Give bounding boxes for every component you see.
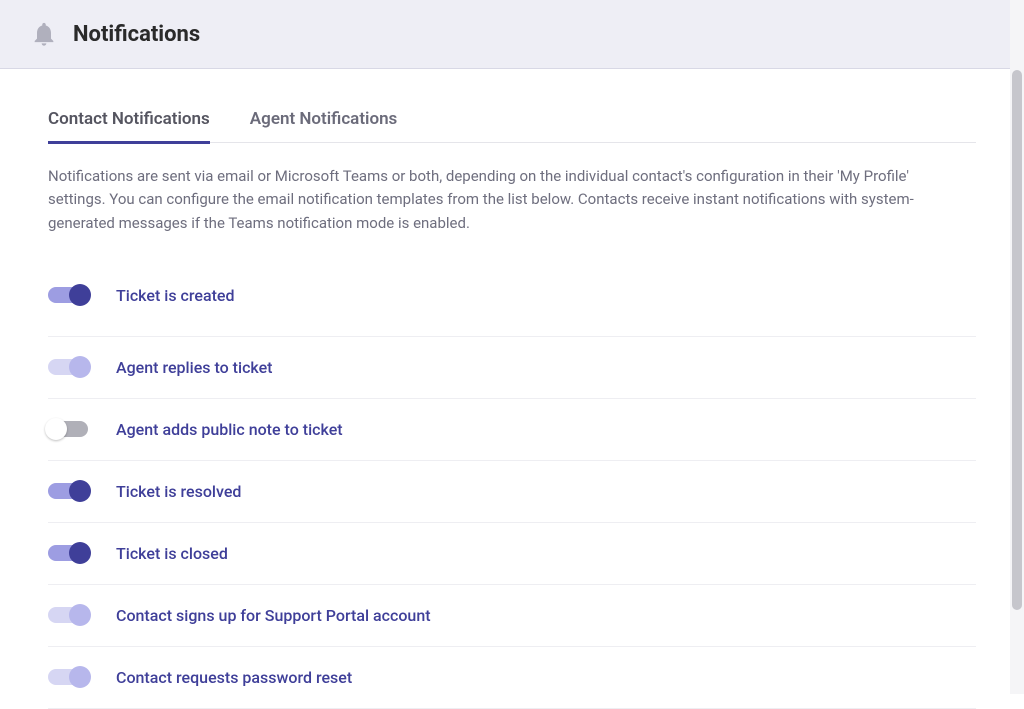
toggle-ticket-resolved[interactable] — [48, 483, 88, 499]
tabs-bar: Contact Notifications Agent Notification… — [48, 97, 976, 143]
setting-row-agent-public-note: Agent adds public note to ticket — [48, 399, 976, 461]
toggle-agent-replies[interactable] — [48, 359, 88, 375]
page-header: Notifications — [0, 0, 1024, 69]
page-title: Notifications — [73, 22, 200, 47]
scrollbar[interactable] — [1010, 0, 1024, 694]
scrollbar-thumb[interactable] — [1012, 70, 1022, 610]
setting-label-password-reset[interactable]: Contact requests password reset — [116, 668, 352, 687]
setting-label-contact-signup[interactable]: Contact signs up for Support Portal acco… — [116, 606, 431, 625]
content-area: Contact Notifications Agent Notification… — [0, 97, 1024, 709]
setting-row-ticket-closed: Ticket is closed — [48, 523, 976, 585]
toggle-agent-public-note[interactable] — [48, 421, 88, 437]
setting-row-agent-replies: Agent replies to ticket — [48, 337, 976, 399]
tab-contact-notifications[interactable]: Contact Notifications — [48, 97, 210, 144]
setting-row-contact-signup: Contact signs up for Support Portal acco… — [48, 585, 976, 647]
toggle-ticket-closed[interactable] — [48, 545, 88, 561]
setting-row-ticket-created: Ticket is created — [48, 275, 976, 337]
toggle-password-reset[interactable] — [48, 669, 88, 685]
setting-label-agent-replies[interactable]: Agent replies to ticket — [116, 358, 273, 377]
setting-row-ticket-resolved: Ticket is resolved — [48, 461, 976, 523]
tab-description: Notifications are sent via email or Micr… — [48, 165, 928, 235]
settings-list: Ticket is created Agent replies to ticke… — [48, 275, 976, 709]
toggle-ticket-created[interactable] — [48, 287, 88, 303]
setting-label-agent-public-note[interactable]: Agent adds public note to ticket — [116, 420, 343, 439]
tab-agent-notifications[interactable]: Agent Notifications — [250, 97, 398, 144]
setting-label-ticket-closed[interactable]: Ticket is closed — [116, 544, 228, 563]
toggle-contact-signup[interactable] — [48, 607, 88, 623]
setting-row-password-reset: Contact requests password reset — [48, 647, 976, 709]
setting-label-ticket-resolved[interactable]: Ticket is resolved — [116, 482, 241, 501]
bell-icon — [30, 20, 58, 48]
setting-label-ticket-created[interactable]: Ticket is created — [116, 286, 235, 305]
